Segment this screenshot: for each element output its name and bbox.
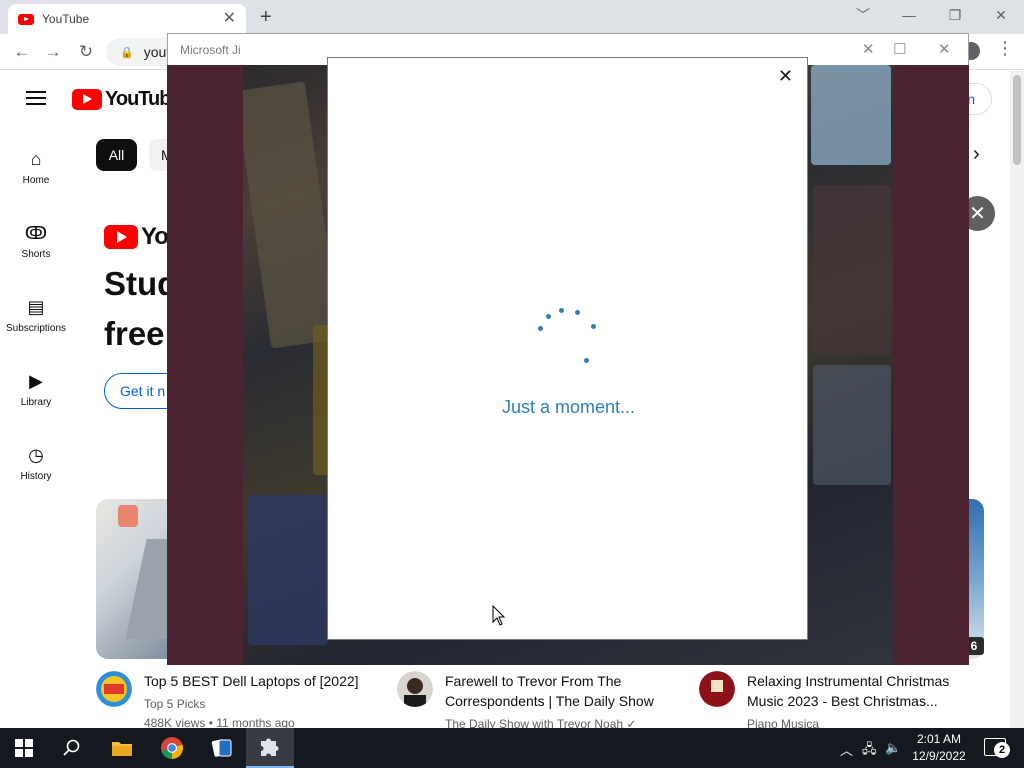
tab-title: YouTube bbox=[42, 12, 90, 26]
sidebar-item-subscriptions[interactable]: ▤ Subscriptions bbox=[0, 295, 72, 334]
hamburger-menu-icon[interactable] bbox=[26, 91, 46, 105]
video-meta: 488K views • 11 months ago bbox=[144, 716, 295, 728]
youtube-favicon-icon bbox=[18, 13, 34, 25]
puzzle-icon bbox=[261, 738, 279, 756]
loading-spinner-icon bbox=[328, 58, 809, 641]
sidebar-item-shorts[interactable]: ↂ Shorts bbox=[0, 221, 72, 260]
app-maximize-icon[interactable]: ☐ bbox=[893, 40, 906, 58]
reload-icon[interactable]: ↻ bbox=[74, 40, 98, 64]
search-button[interactable] bbox=[48, 728, 96, 768]
scrollbar-thumb[interactable] bbox=[1013, 75, 1021, 165]
back-icon[interactable]: ← bbox=[10, 40, 34, 64]
app-window-title: Microsoft Ji bbox=[180, 43, 241, 57]
video-channel[interactable]: The Daily Show with Trevor Noah ✓ bbox=[445, 717, 636, 728]
library-icon: ▶ bbox=[29, 371, 43, 391]
search-icon bbox=[63, 739, 80, 756]
sidebar-item-label: Library bbox=[20, 397, 52, 408]
file-explorer-button[interactable] bbox=[98, 728, 146, 768]
channel-avatar[interactable] bbox=[397, 671, 433, 707]
video-title[interactable]: Top 5 BEST Dell Laptops of [2022] bbox=[144, 671, 374, 691]
sidebar-item-label: Subscriptions bbox=[5, 323, 67, 334]
sidebar-item-home[interactable]: ⌂ Home bbox=[0, 147, 72, 186]
chip-all[interactable]: All bbox=[96, 139, 137, 171]
page-scrollbar[interactable] bbox=[1010, 71, 1024, 728]
new-tab-button[interactable]: + bbox=[260, 6, 272, 29]
windows-taskbar: ︿ 🖧 🔈 2:01 AM 12/9/2022 2 bbox=[0, 728, 1024, 768]
tab-close-icon[interactable]: ✕ bbox=[223, 11, 236, 27]
browser-tabstrip: YouTube ✕ + ﹀ — ❐ ✕ bbox=[0, 0, 1024, 34]
home-icon: ⌂ bbox=[30, 149, 42, 169]
start-button[interactable] bbox=[0, 728, 48, 768]
mouse-cursor-icon bbox=[492, 605, 506, 626]
chevron-right-icon[interactable]: › bbox=[973, 143, 980, 166]
youtube-play-icon bbox=[104, 225, 138, 249]
cards-icon bbox=[211, 739, 232, 757]
chrome-button[interactable] bbox=[148, 728, 196, 768]
folder-icon bbox=[112, 742, 132, 756]
tab-search-icon[interactable]: ﹀ bbox=[840, 0, 886, 30]
video-channel[interactable]: Piano Musica bbox=[747, 717, 819, 728]
forward-icon[interactable]: → bbox=[41, 40, 65, 64]
app-minimize-icon[interactable]: ✕ bbox=[862, 40, 875, 58]
browser-window-controls: ﹀ — ❐ ✕ bbox=[840, 0, 1024, 30]
lock-icon: 🔒 bbox=[120, 46, 134, 59]
history-icon: ◷ bbox=[28, 445, 44, 465]
loading-message: Just a moment... bbox=[501, 397, 636, 417]
chrome-icon bbox=[161, 737, 183, 759]
minimize-icon[interactable]: — bbox=[886, 0, 932, 30]
loading-dialog: ✕ Just a moment... bbox=[327, 57, 808, 640]
close-window-icon[interactable]: ✕ bbox=[978, 0, 1024, 30]
browser-tab-youtube[interactable]: YouTube ✕ bbox=[8, 4, 246, 34]
show-hidden-icons-icon[interactable]: ︿ bbox=[840, 740, 853, 759]
restore-icon[interactable]: ❐ bbox=[932, 0, 978, 30]
sidebar-item-label: History bbox=[20, 471, 52, 482]
sidebar-item-history[interactable]: ◷ History bbox=[0, 443, 72, 482]
promo-headline-line2: free bbox=[104, 315, 165, 352]
youtube-logo[interactable]: YouTube bbox=[72, 88, 182, 111]
video-title[interactable]: Relaxing Instrumental Christmas Music 20… bbox=[747, 671, 967, 711]
channel-avatar[interactable] bbox=[96, 671, 132, 707]
app-close-icon[interactable]: ✕ bbox=[938, 40, 951, 58]
clock-time: 2:01 AM bbox=[916, 732, 962, 746]
youtube-play-icon bbox=[72, 89, 102, 110]
channel-avatar[interactable] bbox=[699, 671, 735, 707]
video-title[interactable]: Farewell to Trevor From The Corresponden… bbox=[445, 671, 675, 711]
shorts-icon: ↂ bbox=[24, 223, 48, 243]
browser-menu-icon[interactable]: ⋮ bbox=[996, 38, 1014, 59]
sidebar-item-label: Home bbox=[22, 175, 50, 186]
video-channel[interactable]: Top 5 Picks bbox=[144, 697, 205, 711]
sidebar-item-library[interactable]: ▶ Library bbox=[0, 369, 72, 408]
notification-count-badge: 2 bbox=[994, 742, 1010, 758]
windows-logo-icon bbox=[15, 739, 33, 757]
network-icon[interactable]: 🖧 bbox=[862, 740, 877, 762]
sidebar-item-label: Shorts bbox=[21, 249, 51, 260]
solitaire-button[interactable] bbox=[198, 728, 246, 768]
jigsaw-app-button[interactable] bbox=[246, 728, 294, 768]
volume-icon[interactable]: 🔈 bbox=[885, 740, 901, 756]
clock-date: 12/9/2022 bbox=[912, 749, 966, 763]
taskbar-clock[interactable]: 2:01 AM 12/9/2022 bbox=[905, 731, 973, 765]
subscriptions-icon: ▤ bbox=[27, 297, 45, 317]
video-thumbnail-laptop[interactable] bbox=[96, 499, 176, 659]
